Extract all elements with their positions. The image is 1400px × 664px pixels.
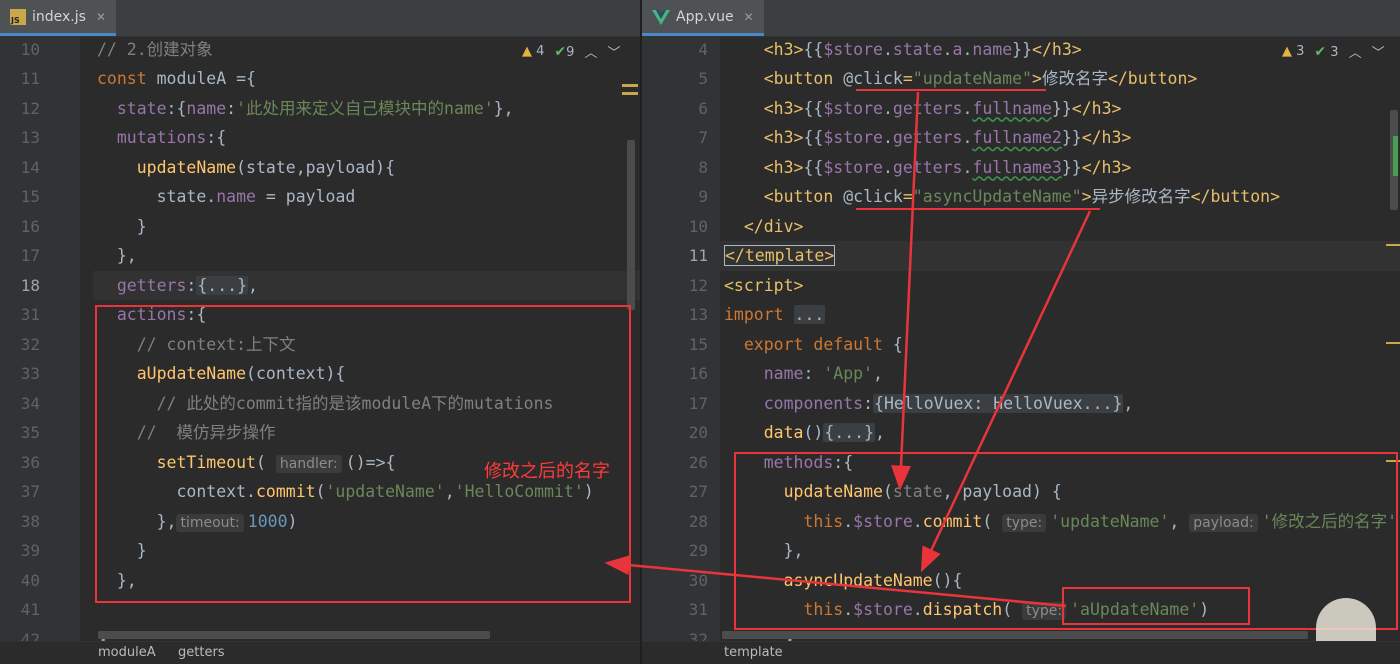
annotation-overlay [604, 89, 1100, 608]
annotation-label: 修改之后的名字 [484, 461, 610, 482]
arrow-to-asyncupdatename [920, 210, 1092, 573]
arrow-to-actions [604, 555, 1067, 608]
arrow-to-updatename [891, 91, 920, 491]
